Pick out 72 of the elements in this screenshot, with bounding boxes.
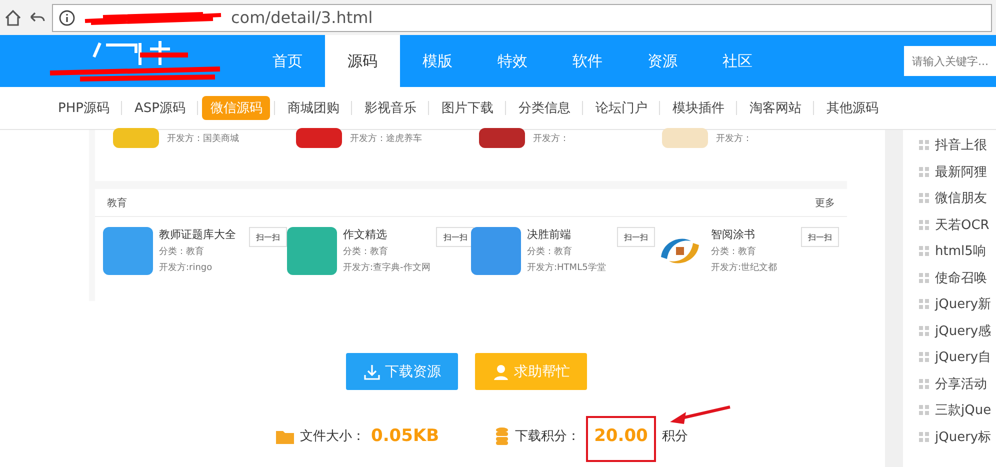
grid-icon	[919, 220, 929, 230]
grid-icon	[919, 140, 929, 150]
article-link[interactable]: jQuery自	[919, 348, 996, 366]
grid-icon	[919, 378, 929, 388]
scan-button[interactable]: 扫一扫	[436, 227, 474, 247]
category-link[interactable]: 论坛门户	[587, 96, 656, 120]
points-label: 下载积分：	[515, 428, 580, 445]
category-text: 分类：教育	[159, 245, 205, 258]
grid-icon	[919, 246, 929, 256]
category-link[interactable]: 图片下载	[433, 96, 502, 120]
article-link[interactable]: jQuery新	[919, 295, 996, 313]
category-link[interactable]: 商城团购	[279, 96, 348, 120]
category-link[interactable]: PHP源码	[50, 96, 118, 120]
category-text: 分类：教育	[527, 245, 573, 258]
grid-icon	[919, 166, 929, 176]
app-name[interactable]: 智阅涂书	[711, 227, 795, 242]
app-name[interactable]: 决胜前端	[527, 227, 611, 242]
app-name[interactable]: 教师证题库大全	[159, 227, 243, 242]
url-text: com/detail/3.html	[231, 8, 373, 27]
search-field[interactable]: 请输入关键字...	[904, 46, 996, 76]
grid-icon	[919, 193, 929, 203]
article-link[interactable]: 天若OCR	[919, 216, 996, 234]
coins-icon	[495, 427, 510, 445]
download-icon	[363, 362, 381, 380]
grid-icon	[919, 272, 929, 282]
grid-icon	[919, 405, 929, 415]
category-link[interactable]: 分类信息	[510, 96, 578, 120]
article-link[interactable]: 分享活动	[919, 374, 996, 392]
grid-icon	[919, 352, 929, 362]
undo-icon[interactable]	[28, 10, 46, 24]
grid-icon	[919, 326, 929, 336]
category-link[interactable]: ASP源码	[126, 96, 194, 120]
home-icon[interactable]	[4, 8, 22, 26]
category-text: 分类：教育	[343, 245, 389, 258]
scan-button[interactable]: 扫一扫	[249, 227, 287, 247]
folder-icon	[276, 428, 294, 444]
address-bar[interactable]: com/detail/3.html	[52, 4, 992, 32]
more-link[interactable]: 更多	[815, 196, 835, 210]
developer-text: 开发方:ringo	[159, 262, 214, 274]
app-name[interactable]: 作文精选	[343, 227, 430, 242]
article-link[interactable]: html5响	[919, 242, 996, 260]
nav-tab[interactable]: 源码	[325, 35, 400, 87]
person-icon	[492, 362, 510, 380]
section-title: 教育	[107, 196, 127, 210]
grid-icon	[919, 432, 929, 442]
scan-button[interactable]: 扫一扫	[617, 227, 655, 247]
category-link[interactable]: 淘客网站	[741, 96, 810, 120]
developer-text: 开发方:世纪文都	[711, 262, 778, 274]
category-text: 分类：教育	[711, 245, 757, 258]
developer-text: 开发方：途虎养车	[350, 132, 422, 145]
developer-text: 开发方：国美商城	[167, 132, 239, 145]
article-link[interactable]: 三款jQue	[919, 401, 996, 419]
points-unit: 积分	[662, 428, 688, 445]
article-link[interactable]: 使命召唤	[919, 268, 996, 286]
grid-icon	[919, 299, 929, 309]
article-link[interactable]: 最新阿狸	[919, 162, 996, 180]
scan-button[interactable]: 扫一扫	[801, 227, 839, 247]
developer-text: 开发方：	[716, 132, 752, 145]
size-value: 0.05KB	[371, 426, 440, 446]
category-link[interactable]: 影视音乐	[356, 96, 424, 120]
info-icon	[59, 10, 75, 26]
article-link[interactable]: jQuery感	[919, 322, 996, 340]
article-link[interactable]: 微信朋友	[919, 189, 996, 207]
article-link[interactable]: 抖音上很	[919, 136, 996, 154]
points-value: 20.00	[594, 426, 648, 446]
developer-text: 开发方:HTML5学堂	[527, 262, 607, 274]
size-label: 文件大小：	[300, 428, 365, 445]
category-link[interactable]: 其他源码	[818, 96, 886, 120]
category-link[interactable]: 模块插件	[664, 96, 732, 120]
developer-text: 开发方：	[533, 132, 569, 145]
developer-text: 开发方:查字典-作文网	[343, 262, 430, 274]
article-link[interactable]: jQuery标	[919, 428, 996, 446]
